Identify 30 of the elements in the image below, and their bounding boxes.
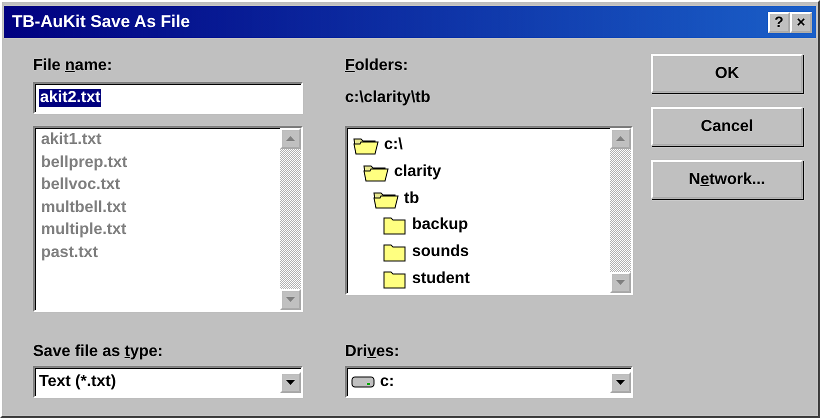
folder-name[interactable]: tb: [404, 190, 420, 208]
folder-name[interactable]: c:\: [384, 136, 403, 154]
close-button[interactable]: ×: [790, 12, 812, 32]
folder-name[interactable]: student: [412, 270, 470, 288]
folder-name[interactable]: backup: [412, 216, 468, 234]
help-button[interactable]: ?: [768, 12, 790, 32]
up-arrow-icon: [286, 136, 295, 141]
drives-label: Drives:: [345, 342, 400, 362]
down-arrow-icon: [616, 280, 625, 285]
window-title: TB-AuKit Save As File: [12, 12, 190, 32]
folders-label: Folders:: [345, 56, 410, 76]
drive-icon: [351, 375, 375, 389]
dialog-button[interactable]: Cancel: [651, 107, 803, 146]
scrollbar[interactable]: [610, 128, 631, 293]
scrollbar[interactable]: [280, 128, 301, 310]
up-arrow-icon: [616, 136, 625, 141]
file-name-label: File name:: [33, 56, 114, 76]
down-arrow-icon: [286, 297, 295, 302]
dialog-button[interactable]: Network...: [651, 160, 803, 199]
down-arrow-icon: [616, 380, 625, 384]
save-type-label: Save file as type:: [33, 342, 164, 362]
file-type-dropdown[interactable]: Text (*.txt): [33, 366, 303, 398]
file-name-field[interactable]: akit2.txt: [33, 82, 303, 114]
folder-name[interactable]: clarity: [394, 163, 442, 181]
down-arrow-icon: [286, 380, 295, 384]
folder-name[interactable]: sounds: [412, 243, 469, 262]
dialog-button[interactable]: OK: [651, 54, 803, 93]
drives-dropdown[interactable]: c:: [345, 366, 633, 398]
folder-path: c:\clarity\tb: [345, 88, 432, 108]
folder-tree[interactable]: c:\ clarity tb backup sounds student: [345, 126, 633, 295]
